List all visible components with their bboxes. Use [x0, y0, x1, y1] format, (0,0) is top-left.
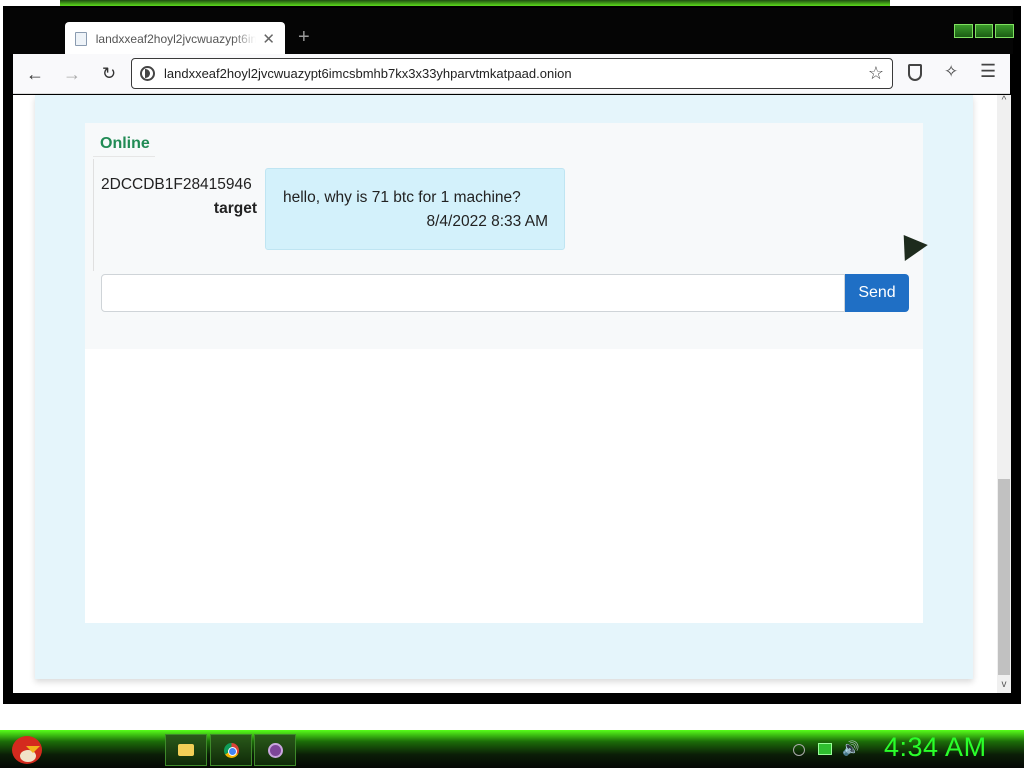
- divider: [93, 159, 94, 271]
- chat-panel: Online 2DCCDB1F28415946 target hello, wh…: [85, 123, 923, 349]
- file-explorer-icon: [178, 744, 194, 756]
- page-icon: [75, 32, 87, 46]
- message-text: hello, why is 71 btc for 1 machine?: [283, 189, 521, 206]
- vertical-scrollbar[interactable]: ^ v: [997, 95, 1011, 693]
- navigation-toolbar: ← → ↻ landxxeaf2hoyl2jvcwuazypt6imcsbmhb…: [13, 54, 1010, 94]
- reload-icon[interactable]: ↻: [97, 62, 121, 86]
- tab-strip: landxxeaf2hoyl2jvcwuazypt6imcsbmhb7kx3x3…: [10, 8, 1015, 56]
- chrome-icon: [223, 742, 239, 758]
- plus-icon[interactable]: +: [298, 26, 310, 49]
- broom-icon[interactable]: ✧: [944, 62, 958, 82]
- volume-icon[interactable]: 🔊: [842, 740, 859, 757]
- hamburger-icon[interactable]: ☰: [980, 61, 996, 82]
- taskbar-file-explorer[interactable]: [165, 734, 207, 766]
- page-viewport: Online 2DCCDB1F28415946 target hello, wh…: [13, 95, 997, 693]
- onion-icon[interactable]: [140, 66, 155, 81]
- address-bar[interactable]: landxxeaf2hoyl2jvcwuazypt6imcsbmhb7kx3x3…: [131, 58, 893, 89]
- url-text[interactable]: landxxeaf2hoyl2jvcwuazypt6imcsbmhb7kx3x3…: [164, 66, 868, 81]
- message-timestamp: 8/4/2022 8:33 AM: [426, 213, 548, 230]
- message-bubble: hello, why is 71 btc for 1 machine? 8/4/…: [265, 168, 565, 250]
- shield-icon[interactable]: [908, 64, 922, 81]
- taskbar-clock[interactable]: 4:34 AM: [884, 732, 987, 763]
- scrollbar-thumb[interactable]: [998, 479, 1010, 675]
- window-controls: [954, 24, 1015, 38]
- arrow-left-icon[interactable]: ←: [23, 62, 47, 86]
- close-icon[interactable]: ✕: [262, 30, 275, 48]
- divider: [93, 156, 155, 157]
- arrow-right-icon[interactable]: →: [60, 62, 84, 86]
- taskbar-tor-browser[interactable]: [254, 734, 296, 766]
- maximize-button[interactable]: [974, 24, 994, 38]
- close-window-button[interactable]: [995, 24, 1015, 38]
- star-icon[interactable]: ☆: [868, 63, 884, 84]
- sync-icon[interactable]: [793, 744, 805, 756]
- taskbar: 🔊 4:34 AM: [0, 704, 1024, 768]
- taskbar-background: [0, 730, 1024, 768]
- taskbar-chrome[interactable]: [210, 734, 252, 766]
- sender-role: target: [213, 200, 257, 217]
- minimize-button[interactable]: [954, 24, 973, 38]
- tab-title: landxxeaf2hoyl2jvcwuazypt6imcsbmhb7kx3x3…: [95, 32, 257, 46]
- status-label: Online: [100, 135, 150, 152]
- message-input[interactable]: [101, 274, 845, 312]
- chevron-up-icon[interactable]: ^: [997, 95, 1011, 109]
- chevron-down-icon[interactable]: v: [997, 679, 1011, 693]
- send-button[interactable]: Send: [845, 274, 909, 312]
- content-area: [85, 349, 923, 623]
- tor-browser-icon: [267, 742, 283, 758]
- browser-tab[interactable]: landxxeaf2hoyl2jvcwuazypt6imcsbmhb7kx3x3…: [65, 22, 285, 56]
- sender-id: 2DCCDB1F28415946: [101, 176, 252, 193]
- start-button[interactable]: [8, 732, 48, 768]
- network-icon[interactable]: [818, 743, 832, 755]
